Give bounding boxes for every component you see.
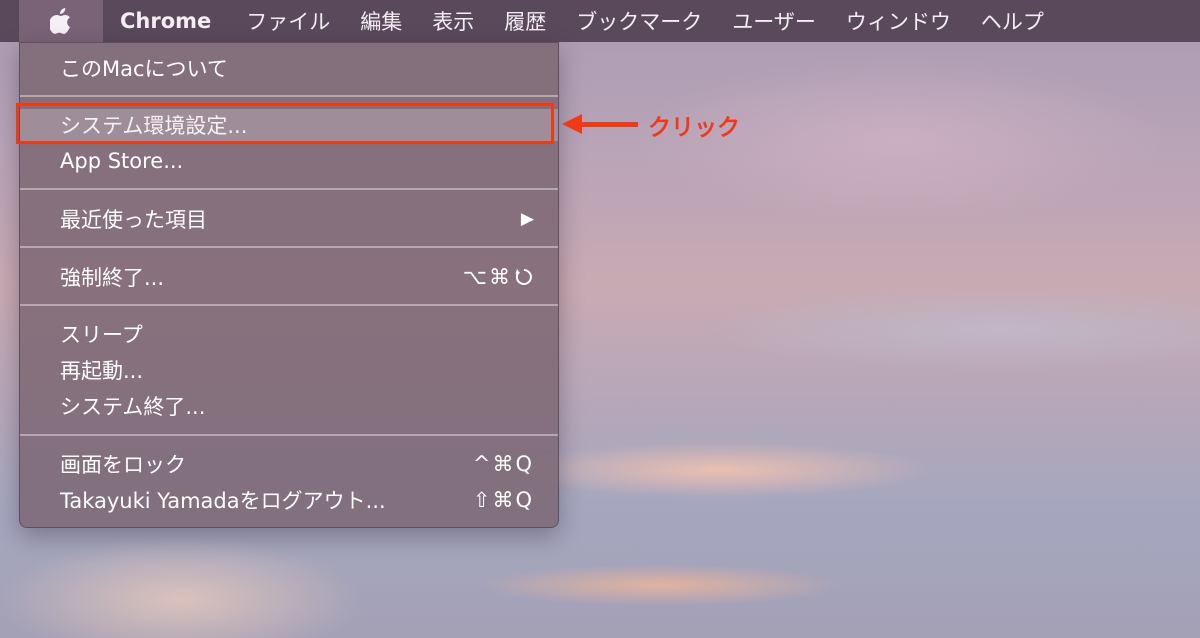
menu-item-logout[interactable]: Takayuki Yamadaをログアウト... ⇧⌘Q bbox=[20, 484, 558, 516]
menu-item-force-quit[interactable]: 強制終了... ⌥⌘ bbox=[20, 261, 558, 293]
menubar-bookmarks[interactable]: ブックマーク bbox=[561, 6, 717, 36]
submenu-arrow-icon: ▶ bbox=[520, 209, 534, 229]
menu-item-lock-screen[interactable]: 画面をロック ^⌘Q bbox=[20, 448, 558, 480]
menu-separator bbox=[20, 246, 558, 248]
menubar-history[interactable]: 履歴 bbox=[489, 6, 561, 36]
menu-item-label: 強制終了... bbox=[60, 266, 165, 290]
shortcut-lock-screen: ^⌘Q bbox=[472, 452, 534, 476]
shortcut-logout: ⇧⌘Q bbox=[472, 488, 534, 512]
menu-item-label: Takayuki Yamadaをログアウト... bbox=[60, 489, 386, 513]
shortcut-force-quit: ⌥⌘ bbox=[463, 265, 534, 289]
menu-item-label: 最近使った項目 bbox=[60, 208, 207, 232]
escape-key-icon bbox=[515, 269, 532, 285]
menu-item-sleep[interactable]: スリープ bbox=[20, 318, 558, 350]
menubar-edit[interactable]: 編集 bbox=[345, 6, 417, 36]
menubar-view[interactable]: 表示 bbox=[417, 6, 489, 36]
menu-separator bbox=[20, 304, 558, 306]
menu-item-label: App Store... bbox=[60, 149, 184, 173]
apple-logo-icon bbox=[50, 8, 71, 34]
annotation-click-label: クリック bbox=[648, 115, 740, 141]
menu-item-label: 再起動... bbox=[60, 359, 144, 383]
menubar-users[interactable]: ユーザー bbox=[717, 6, 831, 36]
menu-bar: Chrome ファイル 編集 表示 履歴 ブックマーク ユーザー ウィンドウ ヘ… bbox=[0, 0, 1200, 42]
menu-separator bbox=[20, 95, 558, 97]
menu-item-label: 画面をロック bbox=[60, 453, 186, 477]
menu-item-app-store[interactable]: App Store... bbox=[20, 145, 558, 177]
menu-item-restart[interactable]: 再起動... bbox=[20, 354, 558, 386]
menu-item-about-this-mac[interactable]: このMacについて bbox=[20, 52, 558, 84]
annotation-highlight-box bbox=[16, 103, 554, 144]
menubar-help[interactable]: ヘルプ bbox=[966, 6, 1059, 36]
annotation-arrow-icon bbox=[562, 114, 638, 134]
menu-item-label: このMacについて bbox=[60, 57, 228, 81]
menu-item-label: スリープ bbox=[60, 323, 143, 347]
shortcut-keys: ⌥⌘ bbox=[462, 265, 512, 289]
menu-separator bbox=[20, 188, 558, 190]
menu-item-shutdown[interactable]: システム終了... bbox=[20, 390, 558, 422]
menubar-app-chrome[interactable]: Chrome bbox=[103, 9, 231, 33]
apple-menu-button[interactable] bbox=[19, 0, 103, 42]
menubar-window[interactable]: ウィンドウ bbox=[831, 6, 966, 36]
menu-separator bbox=[20, 434, 558, 436]
menubar-file[interactable]: ファイル bbox=[231, 6, 345, 36]
menu-item-recent-items[interactable]: 最近使った項目 ▶ bbox=[20, 203, 558, 235]
menu-item-label: システム終了... bbox=[60, 395, 206, 419]
